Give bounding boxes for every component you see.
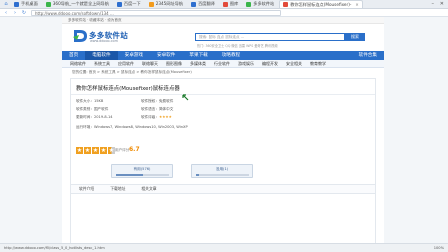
home-icon[interactable]: ⌂ [3,1,9,7]
good-vote-bar [116,174,169,176]
subnav-item[interactable]: 游戏娱乐 [238,61,254,67]
info-update-time: 更新时间：2019-8-14 [76,115,113,119]
favicon-icon [14,1,19,7]
subnav-item[interactable]: 编程开发 [262,61,278,67]
browser-tab[interactable]: 图库 [220,0,241,8]
favicon-icon [222,1,228,7]
subnav-item[interactable]: 教育教学 [310,61,326,67]
info-language: 软件语言：简体中文 [141,107,174,111]
star-icon[interactable]: ★ [76,147,83,154]
close-tab-icon[interactable]: ✕ [355,2,358,7]
favicon-icon [191,1,197,7]
nav-item-home[interactable]: 首页 [62,51,85,60]
site-logo-sub: www.ddooo.com [90,39,118,43]
browser-tab-active[interactable]: 教你怎样鼠标连点(Mousefixer)- ✕ [279,0,363,8]
nav-item-android-games[interactable]: 安卓游戏 [118,51,150,60]
close-window-icon[interactable]: ✕ [440,1,444,7]
good-vote-button[interactable]: 有用(576) [111,164,173,178]
rating-stars[interactable]: ★ ★ ★ ★ ★ [76,147,115,154]
browser-tab[interactable]: 2345网址导航 [146,0,186,8]
bad-vote-bar [196,174,249,176]
back-icon[interactable]: ‹ [3,10,9,16]
favicon-icon [116,1,122,7]
hot-keywords[interactable]: 热门: 360安全卫士 QQ 微信 迅雷 WPS 爱奇艺 腾讯视频 [197,43,278,48]
content-tabs: 软件介绍 下载地址 相关文章 [71,184,375,194]
nav-item-pc-software[interactable]: 电脑软件 [85,51,118,60]
website: 多多软件站 · 收藏本站 · 设为首页 多多软件站 www.ddooo.com … [62,17,384,252]
browser-tab-bar: ⌂ 手机桌面 360导航_一个就是全上网导航 百度一下 2345网址导航 百度翻… [0,0,448,9]
url-input[interactable]: http://www.ddooo.com/softdown/134 ... [31,9,281,16]
refresh-icon[interactable]: ↻ [21,10,27,16]
subnav-item[interactable]: 多媒体类 [190,61,206,67]
mouse-cursor-icon [182,94,189,101]
info-license: 软件授权：免费软件 [141,99,174,103]
favicon-icon [283,2,289,7]
forward-icon[interactable]: › [12,10,18,16]
info-size: 软件大小：15KB [76,99,104,103]
browser-tab[interactable]: 百度翻译 [188,0,218,8]
subnav-item[interactable]: 联络聊天 [142,61,158,67]
divider [71,94,375,95]
software-detail-panel: 教你怎样鼠标连点(Mousefixer)鼠标连点器 软件大小：15KB 软件类别… [70,78,376,252]
browser-tab[interactable]: 多多软件站 [243,0,277,8]
zoom-level[interactable]: 100% [434,244,444,252]
subnav-item[interactable]: 应用软件 [118,61,134,67]
tab-download[interactable]: 下载地址 [102,186,133,192]
breadcrumb[interactable]: 您的位置: 首页 > 系统工具 > 鼠标连点 > 教你怎样鼠标连点(Mousef… [72,70,192,75]
favicon-icon [45,1,51,7]
subnav-item[interactable]: 安全相关 [286,61,302,67]
tab-intro[interactable]: 软件介绍 [71,186,102,192]
nav-item-apple[interactable]: 苹果下载 [182,51,214,60]
info-rating: 软件评级：★★★★ [141,115,172,119]
rating-score: 6.7 [129,146,140,153]
browser-tab[interactable]: 百度一下 [114,0,144,8]
top-links: 多多软件站 · 收藏本站 · 设为首页 [62,17,384,24]
subnav-item[interactable]: 系统工具 [94,61,110,67]
subnav-item[interactable]: 网络软件 [70,61,86,67]
sub-nav: 网络软件 系统工具 应用软件 联络聊天 图形图像 多媒体类 行业软件 游戏娱乐 … [62,60,384,68]
page-title: 教你怎样鼠标连点(Mousefixer)鼠标连点器 [76,86,180,92]
status-url: http://www.ddooo.com/fll/class_5_0_hotli… [4,246,105,250]
tab-articles[interactable]: 相关文章 [133,186,164,192]
subnav-item[interactable]: 行业软件 [214,61,230,67]
bad-vote-button[interactable]: 没用(1) [191,164,253,178]
nav-item-android-software[interactable]: 安卓软件 [150,51,182,60]
star-icon[interactable]: ★ [84,147,91,154]
info-category: 软件类别：国产软件 [76,107,109,111]
rating-label: 用户评分 [115,148,130,152]
favicon-icon [246,1,252,7]
site-search-input[interactable]: 搜索: 鼠标 连点 鼠标连点 ... [195,33,345,41]
favicon-icon [148,1,154,7]
info-environment: 运行环境：Windows7, Windows8, Windows10, Win2… [76,125,188,129]
star-icon[interactable]: ★ [92,147,99,154]
browser-tab[interactable]: 手机桌面 [11,0,41,8]
site-logo-icon[interactable] [72,28,88,44]
nav-item-collections[interactable]: 软件合集 [352,51,384,60]
main-nav: 首页 电脑软件 安卓游戏 安卓软件 苹果下载 攻略教程 软件合集 [62,51,384,60]
minimize-icon[interactable]: – [432,1,435,7]
browser-tab[interactable]: 360导航_一个就是全上网导航 [43,0,112,8]
status-bar: http://www.ddooo.com/fll/class_5_0_hotli… [0,243,448,252]
address-bar: ‹ › ↻ http://www.ddooo.com/softdown/134 … [0,9,448,17]
star-half-icon[interactable]: ★ [108,147,115,154]
search-button[interactable]: 搜索 [345,33,365,41]
subnav-item[interactable]: 图形图像 [166,61,182,67]
star-icon[interactable]: ★ [100,147,107,154]
nav-item-guides[interactable]: 攻略教程 [215,51,247,60]
